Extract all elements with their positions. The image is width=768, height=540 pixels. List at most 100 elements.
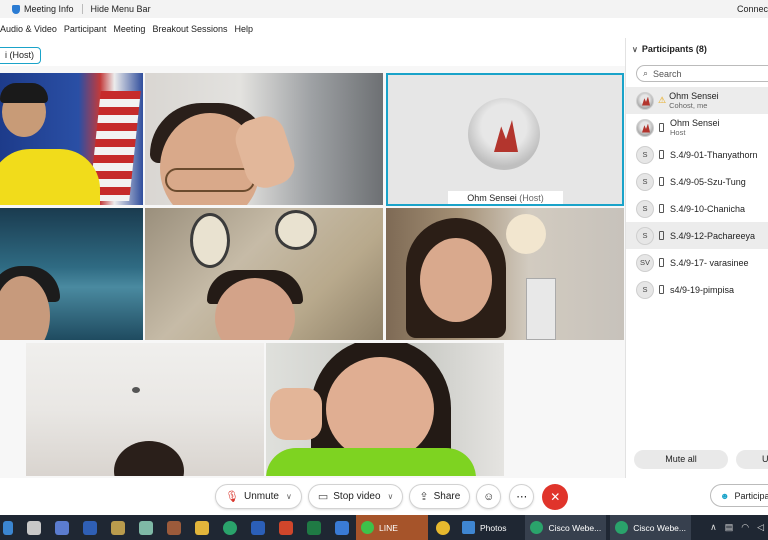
leave-meeting-button[interactable]: ✕ <box>542 483 569 510</box>
participant-avatar <box>468 98 540 170</box>
search-icon: ⌕ <box>643 68 649 78</box>
video-tile-5[interactable] <box>145 208 383 340</box>
taskbar-app-webex-2[interactable]: Cisco Webe... <box>610 515 691 540</box>
list-item[interactable]: S S.4/9-05-Szu-Tung <box>626 168 768 195</box>
hide-menu-bar-button[interactable]: Hide Menu Bar <box>91 4 151 14</box>
network-icon[interactable]: ▤ <box>725 522 734 533</box>
avatar: SV <box>636 253 654 272</box>
volume-icon[interactable]: ◁ <box>757 522 764 533</box>
share-button[interactable]: ⇪ Share <box>409 484 471 509</box>
host-tag: i (Host) <box>0 47 41 64</box>
start-icon[interactable] <box>3 520 13 535</box>
smiley-icon: ☺ <box>483 490 495 503</box>
chevron-down-icon[interactable]: ∨ <box>388 492 394 501</box>
webex-icon <box>530 521 544 534</box>
chevron-down-icon[interactable]: ∨ <box>286 492 292 501</box>
video-tile-7[interactable] <box>26 343 264 476</box>
video-tile-2[interactable] <box>145 73 383 205</box>
video-tile-4[interactable] <box>0 208 143 340</box>
participants-button[interactable]: ☻ Participan <box>710 484 768 507</box>
menu-participant[interactable]: Participant <box>64 24 107 34</box>
phone-icon <box>659 123 664 132</box>
menu-bar: Audio & Video Participant Meeting Breako… <box>0 20 260 38</box>
avatar <box>636 118 654 137</box>
menu-help[interactable]: Help <box>235 24 254 34</box>
mic-muted-icon: 🎙︎ <box>225 491 239 503</box>
shield-icon <box>12 4 20 14</box>
taskbar-app-photos[interactable]: Photos <box>457 515 511 540</box>
taskbar-app-webex-1[interactable]: Cisco Webe... <box>525 515 607 540</box>
wifi-icon[interactable]: ◠ <box>741 522 749 533</box>
chevron-up-icon[interactable]: ∧ <box>710 522 717 533</box>
stop-video-button[interactable]: ▭ Stop video ∨ <box>307 484 404 509</box>
phone-icon <box>659 285 664 294</box>
taskbar: LINE Photos Cisco Webe... Cisco Webe... … <box>0 515 768 540</box>
video-grid: Ohm Sensei (Host) <box>0 66 625 478</box>
folder-icon[interactable] <box>195 520 209 535</box>
tile-name-label: Ohm Sensei (Host) <box>448 191 563 204</box>
share-icon: ⇪ <box>419 491 429 503</box>
list-item[interactable]: SV S.4/9-17- varasinee <box>626 249 768 276</box>
video-tile-8[interactable] <box>266 343 504 476</box>
chrome-icon[interactable] <box>436 520 450 535</box>
menu-meeting[interactable]: Meeting <box>113 24 145 34</box>
list-item[interactable]: S S.4/9-01-Thanyathorn <box>626 141 768 168</box>
phone-icon <box>659 231 664 240</box>
meeting-controls: 🎙︎ Unmute ∨ ▭ Stop video ∨ ⇪ Share ☺ ⋯ ✕ <box>215 483 569 510</box>
meeting-info-button[interactable]: Meeting Info <box>12 4 74 14</box>
warning-icon: ⚠ <box>658 95 667 105</box>
video-tile-6[interactable] <box>386 208 624 340</box>
window-title-bar: Meeting Info Hide Menu Bar Connec <box>0 0 768 18</box>
video-tile-active-speaker[interactable]: Ohm Sensei (Host) <box>386 73 624 206</box>
reactions-button[interactable]: ☺ <box>476 484 502 509</box>
list-item[interactable]: ⚠ Ohm Sensei Cohost, me <box>626 87 768 114</box>
powerpoint-icon[interactable] <box>279 520 293 535</box>
app-icon[interactable] <box>111 520 125 535</box>
menu-breakout-sessions[interactable]: Breakout Sessions <box>152 24 227 34</box>
unmute-button[interactable]: 🎙︎ Unmute ∨ <box>215 484 302 509</box>
list-item[interactable]: S S.4/9-12-Pachareeya <box>626 222 768 249</box>
app-icon[interactable] <box>139 520 153 535</box>
more-icon: ⋯ <box>516 491 528 503</box>
chevron-down-icon: ∨ <box>632 44 638 54</box>
word-icon[interactable] <box>251 520 265 535</box>
connection-status: Connec <box>736 4 768 14</box>
mute-all-button[interactable]: Mute all <box>634 450 728 469</box>
app-icon[interactable] <box>55 520 69 535</box>
phone-icon <box>659 177 664 186</box>
video-tile-1[interactable] <box>0 73 143 205</box>
video-camera-icon: ▭ <box>317 491 329 503</box>
menu-audio-video[interactable]: Audio & Video <box>0 24 57 34</box>
avatar <box>636 91 654 110</box>
gamepad-icon[interactable] <box>27 520 41 535</box>
avatar: S <box>636 172 654 191</box>
avatar: S <box>636 199 654 218</box>
webex-icon <box>615 521 629 534</box>
avatar: S <box>636 280 654 299</box>
list-item[interactable]: S s4/9-19-pimpisa <box>626 276 768 303</box>
excel-icon[interactable] <box>307 520 321 535</box>
photos-icon <box>462 521 475 534</box>
list-item[interactable]: Ohm Sensei Host <box>626 114 768 141</box>
unmute-all-button[interactable]: Un <box>736 450 768 469</box>
phone-icon <box>659 258 664 267</box>
app-icon[interactable] <box>83 520 97 535</box>
participants-panel: ∨ Participants (8) ⌕ Search ⚠ Ohm Sensei… <box>625 38 768 478</box>
app-icon[interactable] <box>167 520 181 535</box>
system-tray: ∧ ▤ ◠ ◁ <box>706 522 768 533</box>
webex-icon[interactable] <box>223 520 237 535</box>
more-options-button[interactable]: ⋯ <box>509 484 535 509</box>
participant-search-input[interactable]: ⌕ Search <box>636 65 768 82</box>
phone-icon <box>659 150 664 159</box>
line-icon <box>361 521 374 534</box>
participant-list: ⚠ Ohm Sensei Cohost, me Ohm Sensei Host … <box>626 87 768 303</box>
avatar: S <box>636 226 654 245</box>
list-item[interactable]: S S.4/9-10-Chanicha <box>626 195 768 222</box>
phone-icon <box>659 204 664 213</box>
people-icon: ☻ <box>720 490 730 501</box>
close-icon: ✕ <box>550 489 561 504</box>
app-icon[interactable] <box>335 520 349 535</box>
taskbar-app-line[interactable]: LINE <box>356 515 428 540</box>
avatar: S <box>636 145 654 164</box>
panel-header[interactable]: ∨ Participants (8) <box>632 44 707 54</box>
